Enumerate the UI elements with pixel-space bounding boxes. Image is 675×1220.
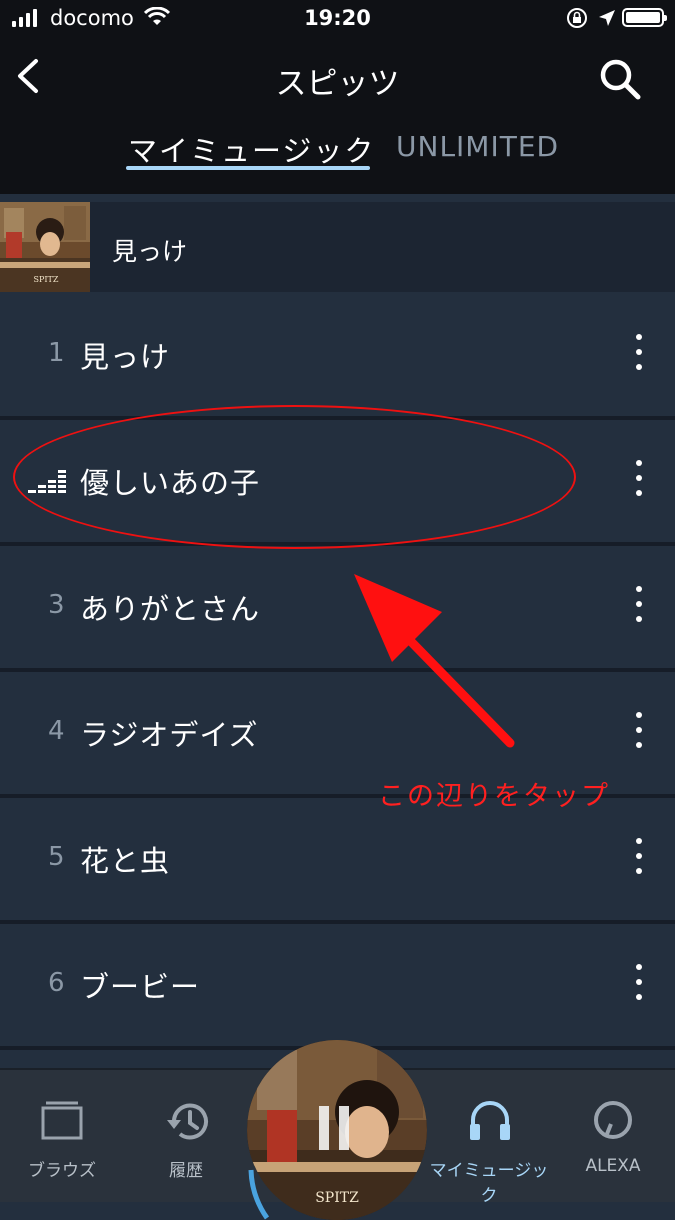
tab-history[interactable]: 履歴	[126, 1070, 246, 1202]
album-art-label: SPITZ	[34, 275, 59, 284]
search-icon[interactable]	[597, 56, 643, 102]
battery-icon	[622, 8, 667, 27]
more-options-icon[interactable]	[630, 838, 648, 878]
alexa-icon	[594, 1101, 632, 1139]
tab-browse[interactable]: ブラウズ	[2, 1070, 122, 1202]
album-title: 見っけ	[112, 237, 188, 266]
album-art: SPITZ	[0, 202, 90, 292]
tab-alexa-label: ALEXA	[585, 1156, 641, 1176]
headphones-icon	[470, 1101, 510, 1140]
more-options-icon[interactable]	[630, 586, 648, 626]
tab-history-label: 履歴	[169, 1161, 203, 1181]
album-header[interactable]: SPITZ 見っけ	[0, 202, 675, 292]
track-row[interactable]: 1 見っけ	[0, 294, 675, 420]
status-bar: docomo 19:20	[0, 0, 675, 36]
track-title: 見っけ	[80, 340, 171, 374]
track-number: 1	[48, 338, 65, 368]
header: スピッツ マイミュージック UNLIMITED	[0, 36, 675, 194]
location-icon	[599, 10, 615, 26]
more-options-icon[interactable]	[630, 964, 648, 1004]
playback-progress-ring	[248, 1169, 270, 1220]
track-number: 3	[48, 590, 65, 620]
page-title: スピッツ	[275, 66, 400, 102]
more-options-icon[interactable]	[630, 334, 648, 374]
track-row[interactable]: 5 花と虫	[0, 798, 675, 924]
more-options-icon[interactable]	[630, 712, 648, 752]
tab-my-music[interactable]: マイミュージック	[128, 128, 375, 170]
track-row[interactable]: 6 ブービー	[0, 924, 675, 1050]
history-icon	[167, 1103, 208, 1140]
orientation-lock-icon	[567, 8, 587, 28]
tab-my-music-nav[interactable]: マイミュージック	[429, 1070, 549, 1206]
tab-my-music-label: マイミュージック	[429, 1161, 549, 1206]
more-options-icon[interactable]	[630, 460, 648, 500]
track-number: 6	[48, 968, 65, 998]
tab-active-indicator	[126, 166, 370, 170]
track-number: 4	[48, 716, 65, 746]
track-number: 5	[48, 842, 65, 872]
tab-alexa[interactable]: ALEXA	[553, 1070, 673, 1202]
track-title: ブービー	[80, 970, 201, 1004]
track-title: ありがとさん	[80, 592, 261, 626]
tab-browse-label: ブラウズ	[28, 1161, 96, 1181]
annotation-arrow	[354, 574, 515, 748]
tab-unlimited[interactable]: UNLIMITED	[396, 130, 559, 163]
track-title: ラジオデイズ	[80, 718, 259, 752]
highlight-oval	[13, 405, 576, 549]
track-title: 花と虫	[80, 844, 171, 878]
browse-icon	[41, 1101, 83, 1140]
annotation-text: この辺りをタップ	[378, 781, 610, 812]
